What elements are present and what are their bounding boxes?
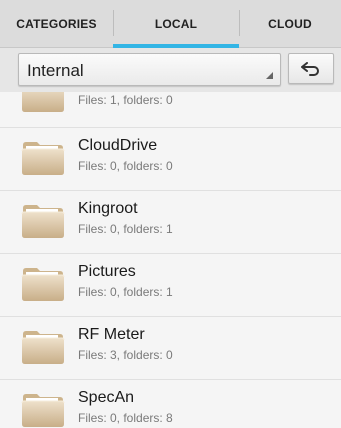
tab-local[interactable]: LOCAL [113, 0, 239, 48]
folder-meta: Files: 3, folders: 0 [78, 348, 173, 362]
folder-name: SpecAn [78, 389, 135, 406]
folder-row[interactable]: Files: 1, folders: 0 [0, 92, 341, 128]
dropdown-indicator-icon [266, 72, 273, 79]
folder-name: Kingroot [78, 200, 138, 217]
folder-row[interactable]: Kingroot Files: 0, folders: 1 [0, 191, 341, 254]
tab-categories[interactable]: CATEGORIES [0, 0, 113, 48]
folder-icon [21, 331, 65, 364]
folder-list: Files: 1, folders: 0 CloudDrive Files: 0… [0, 92, 341, 428]
folder-icon [22, 92, 64, 112]
folder-row[interactable]: Pictures Files: 0, folders: 1 [0, 254, 341, 317]
storage-path-dropdown[interactable]: Internal [18, 53, 281, 86]
tab-categories-label: CATEGORIES [16, 17, 97, 31]
folder-meta: Files: 0, folders: 1 [78, 222, 173, 236]
folder-row[interactable]: SpecAn Files: 0, folders: 8 [0, 380, 341, 428]
path-toolbar: Internal [0, 48, 341, 92]
tab-bar: CATEGORIES LOCAL CLOUD [0, 0, 341, 48]
folder-icon [21, 142, 65, 175]
folder-icon [21, 268, 65, 301]
folder-meta: Files: 0, folders: 8 [78, 411, 173, 425]
tab-cloud[interactable]: CLOUD [239, 0, 341, 48]
folder-meta: Files: 0, folders: 1 [78, 285, 173, 299]
folder-icon [21, 205, 65, 238]
folder-name: CloudDrive [78, 137, 158, 154]
folder-meta: Files: 0, folders: 0 [78, 159, 173, 173]
folder-name: Pictures [78, 263, 136, 280]
tab-local-label: LOCAL [154, 17, 198, 31]
back-button[interactable] [288, 53, 334, 84]
folder-row[interactable]: RF Meter Files: 3, folders: 0 [0, 317, 341, 380]
tab-cloud-label: CLOUD [268, 17, 312, 31]
folder-row[interactable]: CloudDrive Files: 0, folders: 0 [0, 128, 341, 191]
back-arrow-icon [301, 61, 319, 76]
storage-path-value: Internal [27, 61, 84, 80]
folder-name: RF Meter [78, 326, 145, 343]
folder-icon [21, 394, 65, 427]
folder-meta: Files: 1, folders: 0 [78, 93, 173, 107]
